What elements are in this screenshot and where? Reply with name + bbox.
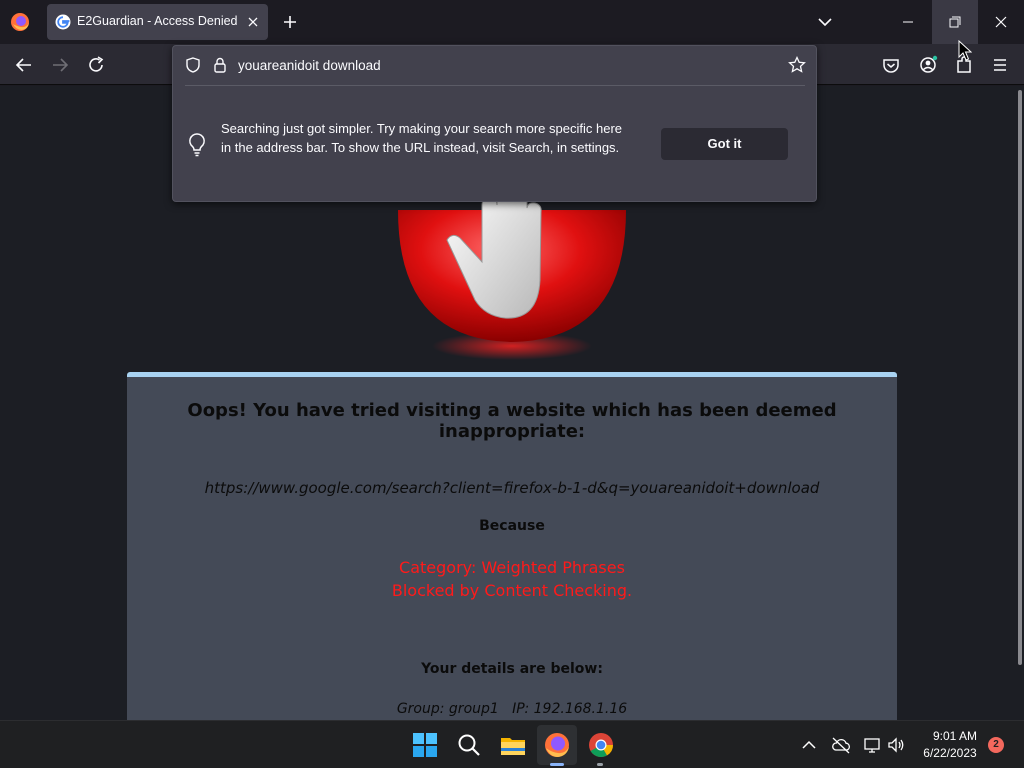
restore-icon[interactable] xyxy=(932,0,978,44)
back-icon[interactable] xyxy=(11,52,37,78)
pocket-icon[interactable] xyxy=(878,52,904,78)
taskbar-open-indicator xyxy=(597,763,603,766)
tab-strip: E2Guardian - Access Denied xyxy=(0,0,1024,44)
lock-icon[interactable] xyxy=(212,56,228,74)
reason-category: Category: Weighted Phrases xyxy=(399,558,625,577)
notification-badge[interactable]: 2 xyxy=(988,737,1004,753)
scrollbar-thumb[interactable] xyxy=(1018,90,1022,665)
google-favicon xyxy=(55,14,71,30)
plus-icon[interactable] xyxy=(280,12,300,32)
firefox-icon[interactable] xyxy=(542,730,572,760)
mouse-cursor-icon xyxy=(958,40,972,61)
message-card: Oops! You have tried visiting a website … xyxy=(127,372,897,720)
got-it-button[interactable]: Got it xyxy=(661,128,788,160)
tab-active[interactable]: E2Guardian - Access Denied xyxy=(47,4,268,40)
windows-start-icon[interactable] xyxy=(410,730,440,760)
forward-icon[interactable] xyxy=(47,52,73,78)
reload-icon[interactable] xyxy=(83,52,109,78)
details-heading: Your details are below: xyxy=(421,661,603,677)
window-close-icon[interactable] xyxy=(978,0,1024,44)
search-tip-message: Searching just got simpler. Try making y… xyxy=(221,121,623,155)
details-line: Group: group1 IP: 192.168.1.16 xyxy=(396,701,628,717)
firefox-icon[interactable] xyxy=(10,12,30,32)
lightbulb-icon xyxy=(189,133,205,157)
network-icon[interactable] xyxy=(862,735,882,755)
bookmark-star-icon[interactable] xyxy=(787,55,807,75)
chevron-up-icon[interactable] xyxy=(800,737,818,753)
menu-icon[interactable] xyxy=(987,52,1013,78)
taskbar-active-indicator xyxy=(550,763,564,766)
minimize-icon[interactable] xyxy=(885,0,931,44)
taskbar: 9:01 AM 6/22/2023 2 xyxy=(0,720,1024,768)
page-heading: Oops! You have tried visiting a website … xyxy=(187,400,837,442)
file-explorer-icon[interactable] xyxy=(498,730,528,760)
volume-icon[interactable] xyxy=(886,735,906,755)
reason-detail: Blocked by Content Checking. xyxy=(391,581,633,600)
clock-date[interactable]: 6/22/2023 xyxy=(912,746,988,760)
because-label: Because xyxy=(479,518,545,534)
cloud-off-icon[interactable] xyxy=(830,735,852,755)
page-scrollbar[interactable] xyxy=(1016,86,1024,720)
clock-time[interactable]: 9:01 AM xyxy=(920,729,990,743)
tab-title: E2Guardian - Access Denied xyxy=(77,14,238,28)
close-icon[interactable] xyxy=(243,12,263,32)
address-bar-panel: youareanidoit download Searching just go… xyxy=(172,45,817,202)
search-icon[interactable] xyxy=(454,730,484,760)
address-input[interactable]: youareanidoit download xyxy=(238,58,381,73)
account-icon[interactable] xyxy=(915,52,941,78)
chevron-down-icon[interactable] xyxy=(815,12,835,32)
blocked-url: https://www.google.com/search?client=fir… xyxy=(204,479,820,497)
shield-icon[interactable] xyxy=(184,56,202,74)
divider xyxy=(185,85,805,86)
chrome-icon[interactable] xyxy=(586,730,616,760)
